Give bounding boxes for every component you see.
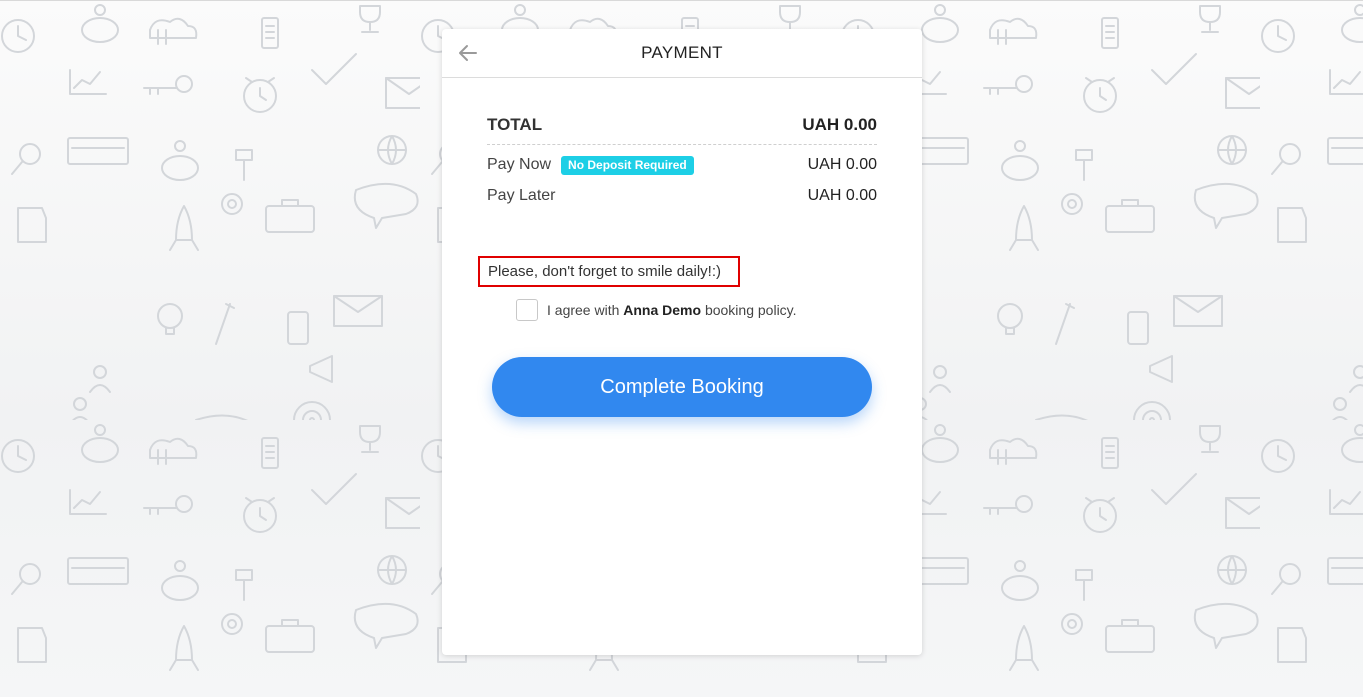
- total-row: TOTAL UAH 0.00: [487, 114, 877, 145]
- business-name: Anna Demo: [623, 302, 702, 318]
- agree-text: I agree with Anna Demo booking policy.: [547, 302, 797, 318]
- agree-suffix: booking policy.: [704, 302, 797, 318]
- agree-prefix: I agree with: [547, 302, 620, 318]
- pay-later-value: UAH 0.00: [807, 187, 877, 204]
- pay-now-row: Pay Now No Deposit Required UAH 0.00: [487, 153, 877, 177]
- total-label: TOTAL: [487, 115, 543, 134]
- pay-now-label: Pay Now: [487, 156, 552, 173]
- policy-agreement: I agree with Anna Demo booking policy.: [516, 299, 797, 321]
- total-value: UAH 0.00: [802, 115, 877, 134]
- pay-now-value: UAH 0.00: [807, 156, 877, 173]
- no-deposit-badge: No Deposit Required: [561, 155, 694, 175]
- booking-note: Please, don't forget to smile daily!:): [478, 256, 740, 287]
- payment-card: PAYMENT TOTAL UAH 0.00 Pay Now No Deposi…: [442, 29, 922, 655]
- card-header: PAYMENT: [442, 29, 922, 78]
- pay-later-label: Pay Later: [487, 187, 556, 204]
- agree-checkbox[interactable]: [516, 299, 538, 321]
- complete-booking-button[interactable]: Complete Booking: [492, 357, 872, 417]
- page-title: PAYMENT: [641, 43, 723, 62]
- pay-later-row: Pay Later UAH 0.00: [487, 184, 877, 208]
- payment-summary: TOTAL UAH 0.00 Pay Now No Deposit Requir…: [487, 114, 877, 208]
